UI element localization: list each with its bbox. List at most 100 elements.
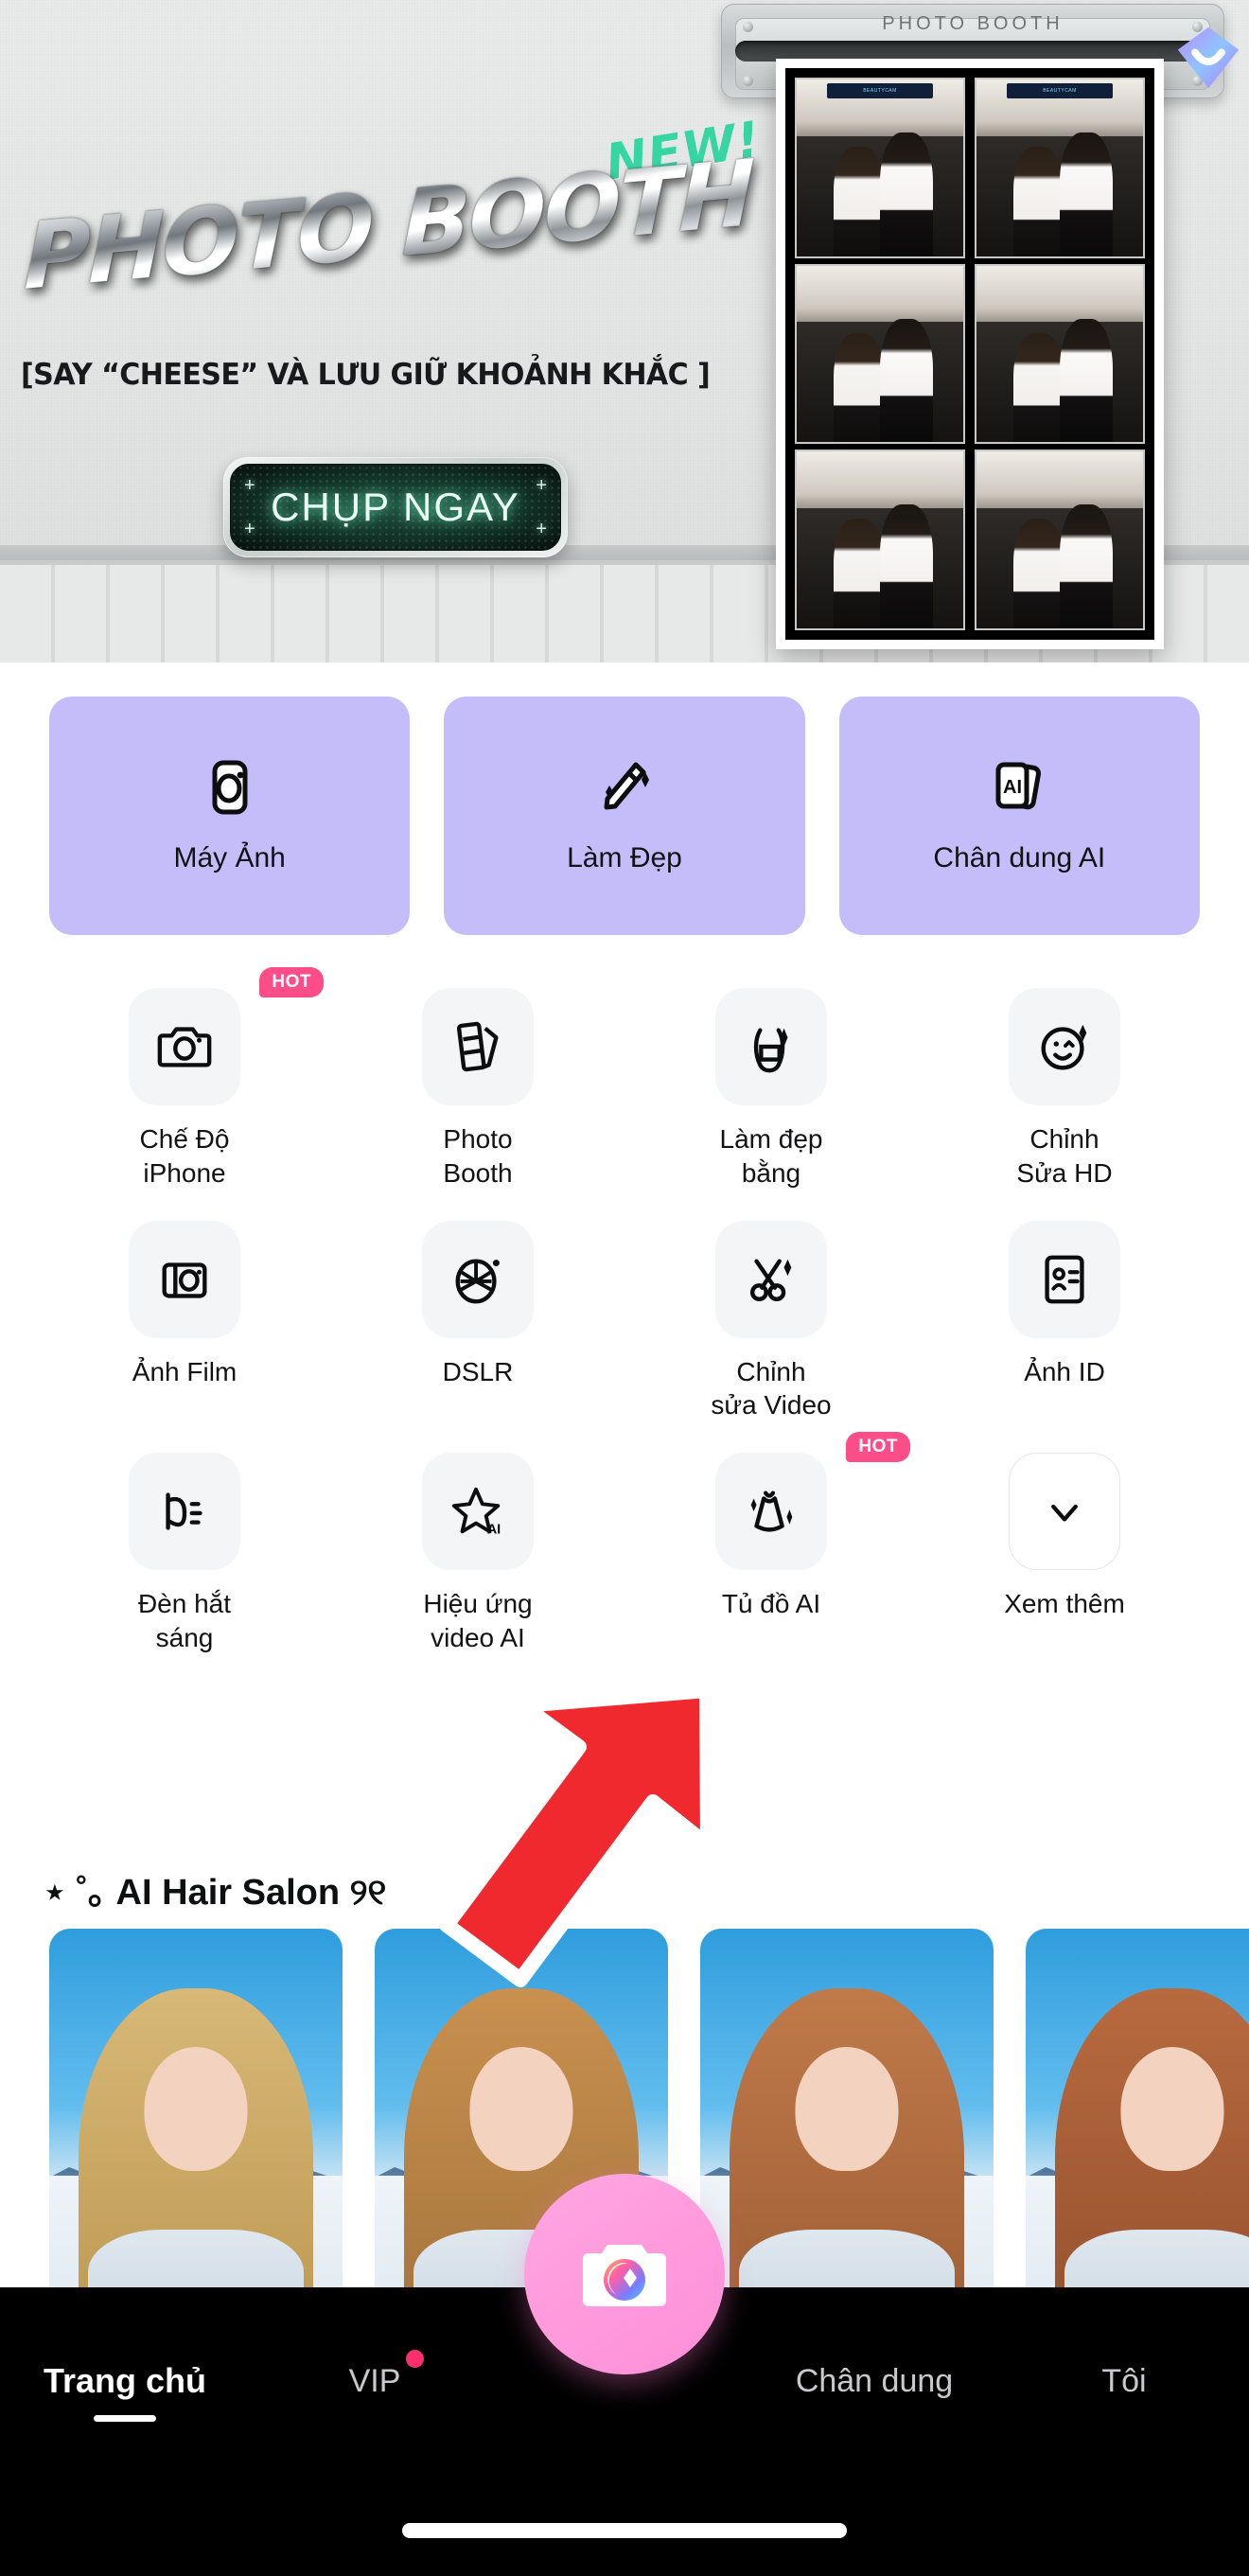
feature-label-line1: Chỉnh — [736, 1356, 806, 1386]
feature-icon-wrap — [715, 1453, 827, 1571]
feature-xem-them[interactable]: Xem thêm — [918, 1432, 1211, 1655]
feature-den-hat-sang[interactable]: Đèn hắt sáng — [38, 1432, 331, 1655]
feature-label-line1: Photo — [443, 1124, 513, 1154]
feature-label: DSLR — [443, 1355, 514, 1389]
feature-icon-wrap — [1009, 1220, 1120, 1338]
quick-action-label: Máy Ảnh — [173, 842, 286, 873]
cta-corner-plus-bl: + — [244, 519, 255, 539]
feature-label-line1: Làm đẹp — [719, 1124, 823, 1154]
camera-icon — [157, 1027, 212, 1067]
film-camera-icon — [162, 1262, 207, 1298]
page-title: PHOTO BOOTH — [23, 140, 754, 310]
photo-strip-column: BEAUTYCAM — [795, 78, 965, 631]
quick-actions-row: Máy Ảnh Làm Đẹp AI Chân dung AI — [0, 697, 1249, 935]
feature-label: Chỉnh Sửa HD — [1016, 1122, 1112, 1191]
feature-lam-dep-bang[interactable]: Làm đẹp bằng — [624, 967, 918, 1191]
home-indicator — [402, 2523, 847, 2538]
photo-strip-icon — [456, 1021, 499, 1072]
chup-ngay-button[interactable]: + + + + CHỤP NGAY — [223, 457, 568, 557]
feature-label-line2: bằng — [741, 1157, 801, 1188]
strip-brand: BEAUTYCAM — [863, 88, 897, 94]
camera-square-icon — [212, 760, 248, 815]
feature-label: Ảnh Film — [132, 1355, 237, 1389]
photo-strip: BEAUTYCAM BEAUTYCAM — [776, 59, 1164, 649]
nav-label: Chân dung — [795, 2362, 954, 2399]
nav-label: VIP — [348, 2362, 401, 2399]
feature-label-line2: video AI — [431, 1623, 525, 1653]
nav-label: Tôi — [1101, 2362, 1147, 2399]
feature-label-line1: Tủ đồ AI — [721, 1589, 821, 1619]
quick-action-label: Chân dung AI — [933, 842, 1106, 873]
quick-action-beauty[interactable]: Làm Đẹp — [444, 697, 805, 935]
screw-icon — [743, 76, 753, 86]
studio-light-icon — [166, 1492, 202, 1530]
feature-label-line1: DSLR — [442, 1356, 514, 1386]
feature-icon-wrap — [422, 1220, 534, 1338]
feature-dslr[interactable]: DSLR — [331, 1200, 624, 1423]
feature-icon-wrap — [129, 988, 240, 1105]
cta-corner-plus-tr: + — [536, 475, 547, 496]
feature-label: Photo Booth — [443, 1122, 512, 1191]
screw-icon — [743, 22, 753, 32]
feature-icon-wrap — [715, 1220, 827, 1338]
feature-label-line1: Ảnh Film — [132, 1356, 237, 1386]
quick-action-label: Làm Đẹp — [567, 842, 682, 873]
feature-chinh-sua-hd[interactable]: Chỉnh Sửa HD — [918, 967, 1211, 1191]
nav-tab-chan-dung[interactable]: Chân dung — [749, 2363, 999, 2400]
machine-label: PHOTO BOOTH — [882, 13, 1064, 34]
nav-tab-trang-chu[interactable]: Trang chủ — [0, 2361, 250, 2422]
nav-tab-vip[interactable]: VIP — [250, 2349, 500, 2400]
diamond-smile-badge-icon — [1177, 26, 1240, 89]
camera-shutter-button[interactable] — [524, 2174, 725, 2374]
svg-text:AI: AI — [1003, 777, 1022, 798]
feature-icon-wrap — [129, 1453, 240, 1571]
feature-che-do-iphone[interactable]: HOT Chế Độ iPhone — [38, 967, 331, 1191]
feature-hieu-ung-video-ai[interactable]: AI Hiệu ứng video AI — [331, 1432, 624, 1655]
feature-photo-booth[interactable]: Photo Booth — [331, 967, 624, 1191]
feature-label-line2: Booth — [443, 1157, 513, 1188]
strip-brand: BEAUTYCAM — [1043, 88, 1077, 94]
feature-anh-id[interactable]: Ảnh ID — [918, 1200, 1211, 1423]
ai-dress-icon — [750, 1491, 793, 1532]
nav-tab-toi[interactable]: Tôi — [999, 2363, 1249, 2400]
camera-shutter-icon — [583, 2245, 666, 2306]
cta-led-panel: + + + + CHỤP NGAY — [230, 464, 561, 551]
photo-cell: BEAUTYCAM — [795, 78, 965, 258]
photo-cell — [975, 263, 1145, 445]
active-tab-underline — [94, 2415, 156, 2422]
quick-action-camera[interactable]: Máy Ảnh — [49, 697, 411, 935]
feature-label-line1: Hiệu ứng — [423, 1589, 533, 1619]
hero-subtitle: [SAY “CHEESE” VÀ LƯU GIỮ KHOẢNH KHẮC ] — [21, 358, 711, 392]
feature-label-line2: iPhone — [143, 1157, 226, 1188]
hero-banner: NEW! PHOTO BOOTH [SAY “CHEESE” VÀ LƯU GI… — [0, 0, 1249, 662]
quick-action-ai-portrait[interactable]: AI Chân dung AI — [838, 697, 1200, 935]
id-card-icon — [1045, 1255, 1084, 1304]
cta-label: CHỤP NGAY — [271, 485, 520, 529]
feature-tu-do-ai[interactable]: HOT Tủ đồ AI — [624, 1432, 918, 1655]
feature-label: Tủ đồ AI — [722, 1587, 820, 1621]
feature-label: Ảnh ID — [1024, 1355, 1105, 1389]
feature-icon-wrap: AI — [422, 1453, 534, 1571]
feature-icon-wrap — [1009, 988, 1120, 1105]
feature-label: Chỉnh sửa Video — [711, 1355, 831, 1423]
feature-label: Đèn hắt sáng — [138, 1587, 231, 1655]
feature-label-line1: Đèn hắt — [137, 1589, 232, 1619]
cta-corner-plus-tl: + — [244, 475, 255, 496]
ai-cards-icon: AI — [995, 762, 1042, 810]
bottom-navigation: Trang chủ VIP Chân dung Tôi — [0, 2174, 1249, 2576]
photo-cell — [975, 450, 1145, 631]
feature-chinh-sua-video[interactable]: Chỉnh sửa Video — [624, 1200, 918, 1423]
cta-corner-plus-br: + — [536, 519, 547, 539]
feature-label-line1: Chỉnh — [1029, 1124, 1099, 1154]
photo-cell: BEAUTYCAM — [975, 78, 1145, 258]
salon-section-title: ⋆ ˚｡ AI Hair Salon ୨୧ — [44, 1873, 387, 1913]
vip-notification-dot — [406, 2349, 424, 2368]
svg-text:AI: AI — [487, 1523, 501, 1538]
nav-label: Trang chủ — [43, 2361, 207, 2400]
chevron-down-icon — [1051, 1505, 1078, 1522]
scissors-icon — [749, 1259, 792, 1301]
ai-star-video-icon: AI — [451, 1488, 501, 1538]
feature-anh-film[interactable]: Ảnh Film — [38, 1200, 331, 1423]
feature-label-line2: sáng — [155, 1623, 214, 1653]
feature-label-line2: sửa Video — [711, 1390, 832, 1420]
